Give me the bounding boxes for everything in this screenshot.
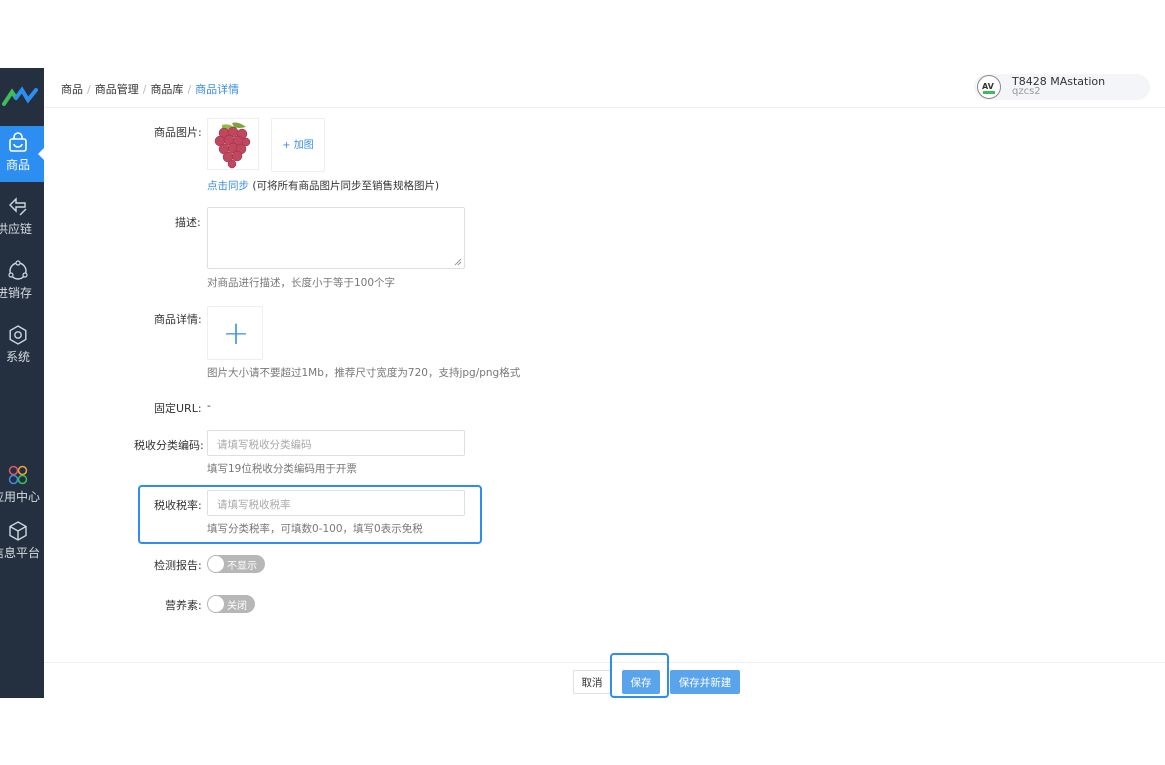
cancel-button[interactable]: 取消 (573, 670, 611, 694)
field-label-tax-rate: 税收税率: (154, 499, 202, 512)
sidebar-item-label: 商品 (6, 158, 31, 172)
toggle-knob (208, 556, 224, 572)
field-label-detail: 商品详情: (154, 313, 202, 326)
form-footer: 取消 保存 保存并新建 (44, 653, 1165, 698)
shopping-bag-icon (7, 132, 29, 154)
description-textarea[interactable] (207, 207, 465, 269)
tax-code-hint: 填写19位税收分类编码用于开票 (207, 463, 357, 475)
breadcrumb-item[interactable]: 商品 (61, 83, 83, 96)
field-label-nutrition: 营养素: (165, 599, 202, 612)
box-icon (7, 520, 29, 542)
breadcrumb-current: 商品详情 (195, 83, 240, 96)
sidebar-item-label: 供应链 (0, 222, 33, 236)
sidebar-item-system[interactable]: 系统 (0, 318, 44, 374)
app-grid-icon (7, 464, 29, 486)
field-label-tax-code: 税收分类编码: (134, 439, 204, 452)
app-logo-icon[interactable] (0, 76, 44, 116)
resize-grip-icon[interactable] (454, 258, 462, 266)
exchange-arrows-icon (7, 196, 29, 218)
add-detail-image-button[interactable]: + (207, 306, 263, 360)
sidebar-item-label: 进销存 (0, 286, 33, 300)
test-report-toggle[interactable]: 不显示 (207, 555, 265, 573)
avatar: AV (977, 75, 1001, 99)
field-label-fixed-url: 固定URL: (154, 402, 202, 415)
sidebar-item-info-platform[interactable]: 信息平台 (0, 514, 44, 570)
sync-images-link[interactable]: 点击同步 (207, 180, 249, 192)
field-label-test-report: 检测报告: (154, 559, 202, 572)
tax-rate-input[interactable]: 请填写税收税率 (207, 490, 465, 516)
image-sync-row: 点击同步 (可将所有商品图片同步至销售规格图片) (207, 178, 439, 193)
toggle-text: 不显示 (227, 561, 257, 572)
avatar-text: AV (982, 82, 995, 91)
sidebar-item-app-center[interactable]: 应用中心 (0, 458, 44, 514)
save-and-new-button[interactable]: 保存并新建 (670, 670, 740, 694)
field-label-image: 商品图片: (154, 126, 202, 139)
toggle-knob (208, 596, 224, 612)
sync-images-note: (可将所有商品图片同步至销售规格图片) (252, 180, 440, 192)
grape-image (214, 122, 251, 169)
app-frame: 商品 供应链 进销存 系统 应用中心 (0, 68, 1165, 698)
sidebar-item-goods[interactable]: 商品 (0, 126, 44, 182)
add-image-button[interactable]: + 加图 (271, 118, 325, 172)
goods-detail-form: 商品图片: + 加图 点击同步 (可将所有商品图片同步至销售规格图片) 描述: (44, 108, 1165, 662)
user-menu[interactable]: AV T8428 MAstation qzcs2 (974, 74, 1150, 100)
gear-icon (7, 324, 29, 346)
sidebar-item-inventory[interactable]: 进销存 (0, 254, 44, 310)
breadcrumb: 商品 / 商品管理 / 商品库 / 商品详情 (61, 83, 240, 96)
cube-network-icon (7, 260, 29, 282)
tax-code-input[interactable]: 请填写税收分类编码 (207, 430, 465, 456)
toggle-text: 关闭 (227, 601, 247, 612)
sidebar-item-label: 系统 (6, 350, 31, 364)
plus-icon: + (222, 314, 250, 352)
sidebar-item-label: 应用中心 (0, 490, 41, 504)
top-header: 商品 / 商品管理 / 商品库 / 商品详情 AV T8428 MAstation qzcs… (44, 68, 1165, 108)
sidebar: 商品 供应链 进销存 系统 应用中心 (0, 68, 44, 698)
fixed-url-value: - (207, 400, 211, 412)
detail-hint: 图片大小请不要超过1Mb，推荐尺寸宽度为720，支持jpg/png格式 (207, 367, 521, 379)
user-account: qzcs2 (1012, 86, 1041, 97)
description-hint: 对商品进行描述，长度小于等于100个字 (207, 277, 396, 289)
breadcrumb-item[interactable]: 商品库 (150, 83, 183, 96)
sidebar-item-supply-chain[interactable]: 供应链 (0, 190, 44, 246)
goods-image-thumbnail[interactable] (207, 118, 259, 170)
breadcrumb-item[interactable]: 商品管理 (95, 83, 139, 96)
field-label-description: 描述: (175, 216, 201, 229)
nutrition-toggle[interactable]: 关闭 (207, 595, 255, 613)
save-button[interactable]: 保存 (622, 670, 660, 694)
sidebar-item-label: 信息平台 (0, 546, 41, 560)
tax-rate-hint: 填写分类税率，可填数0-100，填写0表示免税 (207, 523, 423, 535)
